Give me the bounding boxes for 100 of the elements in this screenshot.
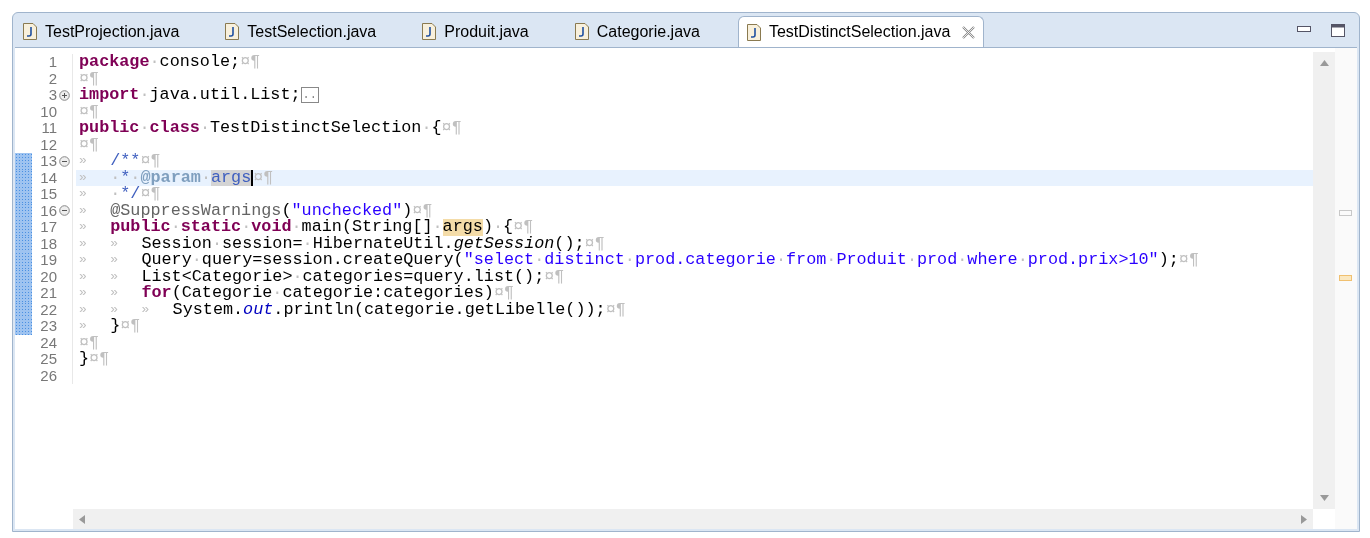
line-number: 2 xyxy=(48,69,57,87)
code-text: Query xyxy=(141,252,192,269)
whitespace-marker: · xyxy=(139,87,150,104)
annotation-marker[interactable] xyxy=(1339,275,1352,281)
line-number: 26 xyxy=(40,366,57,384)
static-field: out xyxy=(243,301,274,318)
scroll-right-icon[interactable] xyxy=(1301,514,1307,524)
whitespace-marker: · xyxy=(432,219,443,236)
whitespace-marker: · xyxy=(624,252,635,269)
line-end-marker: ¤¶ xyxy=(140,153,161,170)
line-end-marker: ¤¶ xyxy=(79,136,100,153)
string-literal: "select xyxy=(463,252,535,269)
line-number: 14 xyxy=(40,168,57,186)
whitespace-marker: · xyxy=(199,120,210,137)
line-number: 13 xyxy=(40,152,57,169)
keyword: for xyxy=(141,285,172,302)
whitespace-marker: · xyxy=(906,252,917,269)
code-text: List<Categorie> xyxy=(141,268,293,285)
whitespace-marker: · xyxy=(170,219,181,236)
whitespace-marker: · xyxy=(302,235,313,252)
folded-code-marker: .. xyxy=(300,87,319,104)
whitespace-marker: · xyxy=(421,120,432,137)
static-method: getSession xyxy=(453,235,555,252)
selected-text: args xyxy=(210,169,254,186)
horizontal-scrollbar[interactable] xyxy=(73,509,1313,529)
editor-tab[interactable]: Produit.java xyxy=(414,16,537,47)
string-literal: prod.categorie xyxy=(634,252,776,269)
tab-marker: » xyxy=(79,202,88,219)
whitespace-marker: · xyxy=(139,120,150,137)
line-end-marker: ¤¶ xyxy=(79,70,100,87)
minimize-icon[interactable] xyxy=(1297,26,1311,34)
whitespace-marker: · xyxy=(272,285,283,302)
line-end-marker: ¤¶ xyxy=(140,186,161,203)
editor-tab[interactable]: TestSelection.java xyxy=(217,16,385,47)
tab-marker: » xyxy=(79,301,88,318)
line-number: 1 xyxy=(48,53,57,70)
line-end-marker: ¤¶ xyxy=(253,169,274,186)
close-icon[interactable] xyxy=(962,25,976,39)
collapse-icon[interactable] xyxy=(59,155,70,167)
whitespace-marker: · xyxy=(241,219,252,236)
javadoc-comment: /** xyxy=(110,153,141,170)
line-number: 11 xyxy=(41,119,57,136)
keyword: package xyxy=(79,54,150,71)
editor-tab[interactable]: TestDistinctSelection.java xyxy=(737,16,985,47)
line-end-marker: ¤¶ xyxy=(79,334,100,351)
collapse-icon[interactable] xyxy=(59,205,70,217)
annotation-marker[interactable] xyxy=(1339,210,1352,216)
java-file-icon xyxy=(225,23,240,40)
java-file-icon xyxy=(422,23,437,40)
line-end-marker: ¤¶ xyxy=(79,103,100,120)
whitespace-marker: · xyxy=(130,169,141,186)
code-text: Session xyxy=(141,235,212,252)
whitespace-marker: · xyxy=(200,169,211,186)
editor-tab[interactable]: TestProjection.java xyxy=(15,16,188,47)
java-file-icon xyxy=(746,23,761,41)
whitespace-marker: · xyxy=(191,252,202,269)
javadoc-comment: * xyxy=(120,169,131,186)
whitespace-marker: · xyxy=(110,186,121,203)
line-number: 18 xyxy=(40,234,57,252)
maximize-icon[interactable] xyxy=(1331,23,1345,37)
javadoc-tag: @param xyxy=(140,169,201,186)
code-text: (); xyxy=(554,235,585,252)
code-text: console; xyxy=(159,54,241,71)
code-text: { xyxy=(503,219,514,236)
whitespace-marker: · xyxy=(957,252,968,269)
code-text: categorie:categories) xyxy=(282,285,494,302)
tab-marker: » xyxy=(110,285,119,302)
tab-marker: » xyxy=(79,235,88,252)
java-file-icon xyxy=(23,23,37,40)
line-number: 24 xyxy=(40,333,57,351)
line-end-marker: ¤¶ xyxy=(89,351,110,368)
tab-marker: » xyxy=(79,268,88,285)
code-text: (Categorie xyxy=(171,285,273,302)
whitespace-marker: · xyxy=(291,219,302,236)
scroll-left-icon[interactable] xyxy=(79,514,85,524)
string-literal: Produit xyxy=(836,252,907,269)
code-text: categories=query.list(); xyxy=(302,268,545,285)
code-text: System. xyxy=(172,301,244,318)
keyword: public xyxy=(79,120,140,137)
code-text: ) xyxy=(402,202,413,219)
editor-tab[interactable]: Categorie.java xyxy=(566,16,708,47)
line-end-marker: ¤¶ xyxy=(1178,252,1199,269)
string-literal: "unchecked" xyxy=(291,202,403,219)
whitespace-marker: · xyxy=(149,54,160,71)
code-text: TestDistinctSelection xyxy=(209,120,422,137)
expand-icon[interactable] xyxy=(59,89,70,101)
line-end-marker: ¤¶ xyxy=(513,219,534,236)
tab-marker: » xyxy=(110,268,119,285)
scroll-down-icon[interactable] xyxy=(1319,495,1329,501)
scroll-up-icon[interactable] xyxy=(1319,60,1329,66)
vertical-scrollbar[interactable] xyxy=(1313,52,1335,509)
tab-marker: » xyxy=(79,169,88,186)
tab-marker: » xyxy=(79,153,88,170)
whitespace-marker: · xyxy=(211,235,222,252)
code-text: HibernateUtil. xyxy=(312,235,454,252)
tab-marker: » xyxy=(79,285,88,302)
line-end-marker: ¤¶ xyxy=(544,268,565,285)
line-number: 25 xyxy=(40,350,57,367)
code-text: main(String[] xyxy=(301,219,433,236)
occurrence-highlight: args xyxy=(442,219,483,236)
